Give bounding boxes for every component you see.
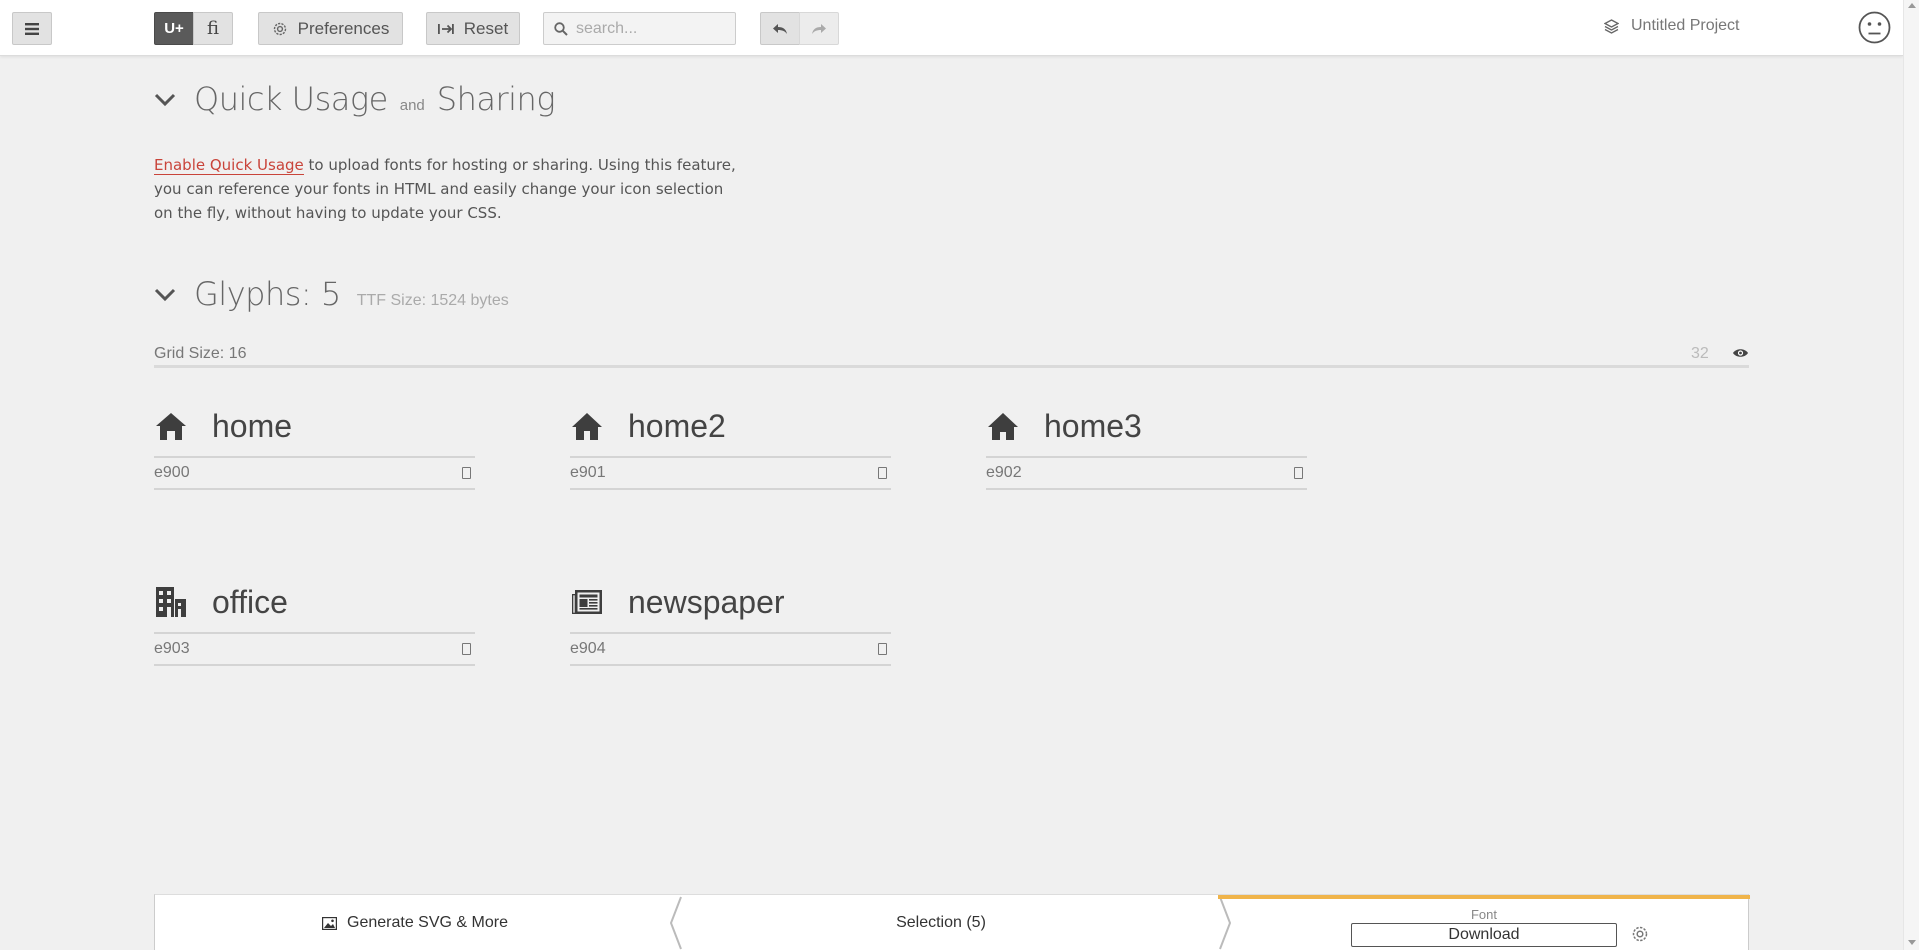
window-scrollbar[interactable] xyxy=(1903,0,1919,950)
glyph-preview-box-icon xyxy=(1294,467,1303,479)
download-button[interactable]: Download xyxy=(1351,923,1617,947)
ttf-size: TTF Size: 1524 bytes xyxy=(356,292,509,309)
hamburger-icon xyxy=(25,22,39,35)
quick-usage-heading: Quick Usage and Sharing xyxy=(194,80,556,118)
undo-button[interactable] xyxy=(760,12,800,45)
gear-icon xyxy=(273,22,286,35)
search-field[interactable] xyxy=(543,12,736,45)
font-settings-gear-icon[interactable] xyxy=(1631,925,1649,943)
glyph-name: office xyxy=(212,583,288,620)
glyph-item[interactable]: home2 xyxy=(570,404,891,490)
font-tab[interactable]: Font Download xyxy=(1218,895,1750,950)
ligature-mode-button[interactable]: ﬁ xyxy=(193,12,233,45)
redo-icon xyxy=(812,23,826,34)
project-selector[interactable]: Untitled Project xyxy=(1604,17,1740,35)
glyph-item[interactable]: home3 xyxy=(986,404,1307,490)
newspaper-icon xyxy=(570,585,604,619)
glyph-item[interactable]: office xyxy=(154,580,475,666)
scroll-up-arrow-icon[interactable] xyxy=(1908,3,1916,8)
selection-label: Selection (5) xyxy=(896,914,986,931)
glyph-code-input[interactable] xyxy=(154,464,354,482)
glyph-preview-box-icon xyxy=(462,467,471,479)
grid-size-bar[interactable]: Grid Size: 16 32 xyxy=(154,345,1749,368)
reset-button[interactable]: Reset xyxy=(426,12,520,45)
glyph-name: home2 xyxy=(628,407,726,444)
glyph-code-input[interactable] xyxy=(986,464,1186,482)
glyph-item[interactable]: newspaper xyxy=(570,580,891,666)
enable-quick-usage-link[interactable]: Enable Quick Usage xyxy=(154,156,304,175)
quick-usage-title-part1: Quick Usage xyxy=(194,80,388,118)
glyph-item[interactable]: home xyxy=(154,404,475,490)
glyph-name: newspaper xyxy=(628,583,785,620)
glyphs-heading: Glyphs: 5 TTF Size: 1524 bytes xyxy=(194,275,509,313)
office-icon xyxy=(154,585,188,619)
quick-usage-title-and: and xyxy=(399,97,425,114)
grid-size-label: Grid Size: 16 xyxy=(154,345,247,362)
preferences-button[interactable]: Preferences xyxy=(258,12,403,45)
home2-icon xyxy=(570,409,604,443)
preferences-label: Preferences xyxy=(297,18,390,38)
main-menu-button[interactable] xyxy=(12,12,52,45)
layers-icon xyxy=(1604,18,1619,34)
home3-icon xyxy=(986,409,1020,443)
glyph-preview-box-icon xyxy=(878,643,887,655)
selection-tab[interactable]: Selection (5) xyxy=(675,895,1207,950)
generate-svg-tab[interactable]: Generate SVG & More xyxy=(155,895,675,950)
redo-button[interactable] xyxy=(799,12,839,45)
glyph-code-input[interactable] xyxy=(570,464,770,482)
grid-size-value: 32 xyxy=(1691,345,1709,362)
unicode-mode-button[interactable]: U+ xyxy=(154,12,194,45)
bottom-bar: Generate SVG & More Selection (5) Font D… xyxy=(154,894,1750,950)
quick-usage-description: Enable Quick Usage to upload fonts for h… xyxy=(154,153,744,225)
top-toolbar: U+ ﬁ Preferences Reset Untitled Project xyxy=(0,0,1903,56)
generate-label: Generate SVG & More xyxy=(347,914,508,931)
search-icon xyxy=(554,21,568,36)
glyph-name: home3 xyxy=(1044,407,1142,444)
eye-icon[interactable] xyxy=(1732,347,1749,359)
reset-label: Reset xyxy=(463,18,509,38)
project-name: Untitled Project xyxy=(1631,17,1740,34)
collapse-quick-usage-chevron-icon[interactable] xyxy=(154,93,176,107)
glyph-preview-box-icon xyxy=(878,467,887,479)
reset-icon xyxy=(437,23,454,34)
quick-usage-title-part2: Sharing xyxy=(436,80,556,118)
scroll-down-arrow-icon[interactable] xyxy=(1908,940,1916,945)
glyphs-title: Glyphs: 5 xyxy=(194,275,341,313)
font-tab-label: Font xyxy=(1470,907,1497,922)
image-icon xyxy=(322,916,338,930)
home-icon xyxy=(154,409,188,443)
glyph-name: home xyxy=(212,407,293,444)
glyph-preview-box-icon xyxy=(462,643,471,655)
user-avatar-icon[interactable] xyxy=(1858,11,1891,44)
collapse-glyphs-chevron-icon[interactable] xyxy=(154,288,176,302)
search-input[interactable] xyxy=(576,19,726,38)
glyph-code-input[interactable] xyxy=(154,640,354,658)
undo-icon xyxy=(773,23,787,34)
glyph-code-input[interactable] xyxy=(570,640,770,658)
